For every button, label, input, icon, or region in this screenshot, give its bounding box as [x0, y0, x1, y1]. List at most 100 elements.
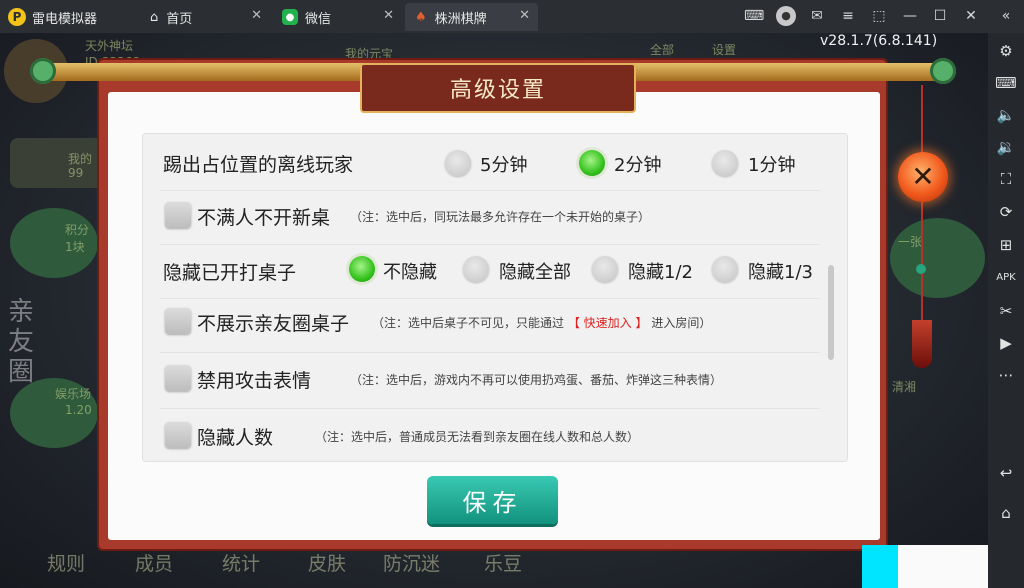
- divider: [160, 352, 820, 353]
- radio-2min[interactable]: [579, 150, 605, 176]
- scroll-rod-cap: [30, 58, 56, 84]
- radio-5min-label[interactable]: 5分钟: [480, 151, 527, 177]
- bg-text: 一张: [898, 235, 923, 249]
- radio-hide-third-label[interactable]: 隐藏1/3: [748, 258, 813, 284]
- menu-icon[interactable]: ≡: [838, 6, 858, 26]
- dialog-title: 高级设置: [449, 78, 546, 103]
- decorative-tassel: [912, 320, 932, 368]
- tab-game[interactable]: ♠ 株洲棋牌 ✕: [405, 3, 538, 31]
- checkbox-disable-attack-emoji[interactable]: [165, 365, 191, 391]
- tab-skins[interactable]: 皮肤: [308, 549, 346, 576]
- no-new-table-label[interactable]: 不满人不开新桌: [197, 203, 330, 230]
- bg-text: 娱乐场: [55, 387, 92, 401]
- apk-install-icon[interactable]: APK: [994, 266, 1018, 290]
- save-button-label: 保存: [462, 488, 523, 517]
- tab-label: 首页: [166, 11, 193, 27]
- divider: [160, 244, 820, 245]
- version-label: v28.1.7(6.8.141): [820, 33, 938, 49]
- gamepad-icon[interactable]: ⌨: [744, 6, 764, 26]
- settings-scrollbar[interactable]: [828, 265, 834, 360]
- tab-home[interactable]: ⌂ 首页 ✕: [140, 3, 270, 31]
- checkbox-no-new-table[interactable]: [165, 202, 191, 228]
- bg-text: 1.20: [65, 403, 92, 417]
- radio-2min-label[interactable]: 2分钟: [614, 151, 661, 177]
- hide-player-count-note: （注：选中后，普通成员无法看到亲友圈在线人数和总人数）: [315, 430, 640, 444]
- home-icon: ⌂: [150, 9, 159, 25]
- volume-down-icon[interactable]: 🔉: [994, 135, 1018, 159]
- checkbox-hide-player-count[interactable]: [165, 422, 191, 448]
- home-nav-icon[interactable]: ⌂: [994, 501, 1018, 525]
- collapse-sidebar-icon[interactable]: «: [996, 6, 1016, 26]
- close-tab-icon[interactable]: ✕: [251, 8, 262, 23]
- disable-attack-emoji-label[interactable]: 禁用攻击表情: [197, 366, 311, 393]
- scissors-icon[interactable]: ✂: [994, 299, 1018, 323]
- close-tab-icon[interactable]: ✕: [383, 8, 394, 23]
- minimize-icon[interactable]: —: [900, 6, 920, 26]
- keyboard-icon[interactable]: ⌨: [994, 71, 1018, 95]
- close-window-icon[interactable]: ✕: [961, 6, 981, 26]
- bg-text: 全部: [650, 43, 675, 57]
- radio-5min[interactable]: [445, 150, 471, 176]
- note-prefix: （注：选中后桌子不可见，只能通过: [372, 316, 565, 330]
- volume-up-icon[interactable]: 🔈: [994, 103, 1018, 127]
- fullscreen-icon[interactable]: ⛶: [994, 167, 1018, 191]
- overlay-block: [898, 545, 988, 588]
- back-icon[interactable]: ↩: [994, 461, 1018, 485]
- radio-hide-half[interactable]: [592, 256, 618, 282]
- bg-text: 清湘: [892, 380, 917, 394]
- bg-table: [10, 208, 98, 278]
- maximize-icon[interactable]: ☐: [930, 6, 950, 26]
- close-tab-icon[interactable]: ✕: [519, 8, 530, 23]
- radio-hide-half-label[interactable]: 隐藏1/2: [628, 258, 693, 284]
- settings-icon[interactable]: ⚙: [994, 39, 1018, 63]
- scroll-rod-cap: [930, 58, 956, 84]
- window-restore-icon[interactable]: ⬚: [869, 6, 889, 26]
- side-label-char: 圈: [8, 357, 35, 387]
- wechat-icon: ●: [282, 9, 298, 25]
- tab-rules[interactable]: 规则: [47, 549, 85, 576]
- decorative-bead: [916, 264, 926, 274]
- quick-join-highlight: 【 快速加入 】: [567, 316, 648, 330]
- hide-circle-tables-label[interactable]: 不展示亲友圈桌子: [197, 309, 349, 336]
- video-record-icon[interactable]: ▶: [994, 331, 1018, 355]
- bg-text: 我的: [68, 152, 93, 166]
- mail-icon[interactable]: ✉: [807, 6, 827, 26]
- radio-1min[interactable]: [712, 150, 738, 176]
- close-icon: ✕: [911, 160, 935, 193]
- tab-label: 株洲棋牌: [434, 11, 487, 27]
- more-icon[interactable]: ⋯: [994, 363, 1018, 387]
- tab-emulator[interactable]: P 雷电模拟器: [0, 3, 135, 31]
- checkbox-hide-circle-tables[interactable]: [165, 308, 191, 334]
- rotate-icon[interactable]: ⟳: [994, 200, 1018, 224]
- decorative-cord: [921, 85, 923, 355]
- radio-1min-label[interactable]: 1分钟: [748, 151, 795, 177]
- hide-tables-label: 隐藏已开打桌子: [163, 262, 297, 284]
- hide-circle-tables-note: （注：选中后桌子不可见，只能通过 【 快速加入 】 进入房间）: [372, 314, 711, 331]
- tab-label: 微信: [305, 11, 332, 27]
- hide-player-count-label[interactable]: 隐藏人数: [197, 423, 273, 450]
- bg-table: [890, 218, 985, 298]
- close-dialog-button[interactable]: ✕: [898, 152, 948, 202]
- tab-wechat[interactable]: ● 微信 ✕: [272, 3, 402, 31]
- divider: [160, 408, 820, 409]
- save-button[interactable]: 保存: [427, 476, 558, 524]
- no-new-table-note: （注：选中后，同玩法最多允许存在一个未开始的桌子）: [350, 210, 651, 224]
- tab-stats[interactable]: 统计: [222, 549, 260, 576]
- tab-anti-addiction[interactable]: 防沉迷: [383, 549, 440, 576]
- avatar-icon[interactable]: ●: [776, 6, 796, 26]
- disable-attack-emoji-note: （注：选中后，游戏内不再可以使用扔鸡蛋、番茄、炸弹这三种表情）: [350, 373, 723, 387]
- radio-hide-third[interactable]: [712, 256, 738, 282]
- radio-no-hide-label[interactable]: 不隐藏: [383, 258, 437, 284]
- dialog-title-plate: 高级设置: [360, 63, 636, 113]
- game-tab-icon: ♠: [415, 9, 427, 25]
- emulator-title-bar: P 雷电模拟器 ⌂ 首页 ✕ ● 微信 ✕ ♠ 株洲棋牌 ✕ ⌨ ● ✉ ≡ ⬚…: [0, 0, 1024, 33]
- bg-text: 设置: [712, 43, 737, 57]
- add-window-icon[interactable]: ⊞: [994, 233, 1018, 257]
- radio-hide-all-label[interactable]: 隐藏全部: [499, 258, 571, 284]
- tab-members[interactable]: 成员: [135, 549, 173, 576]
- note-suffix: 进入房间）: [651, 316, 712, 330]
- radio-hide-all[interactable]: [463, 256, 489, 282]
- tab-ledou[interactable]: 乐豆: [484, 549, 522, 576]
- bg-text: 积分: [65, 223, 90, 237]
- radio-no-hide[interactable]: [349, 256, 375, 282]
